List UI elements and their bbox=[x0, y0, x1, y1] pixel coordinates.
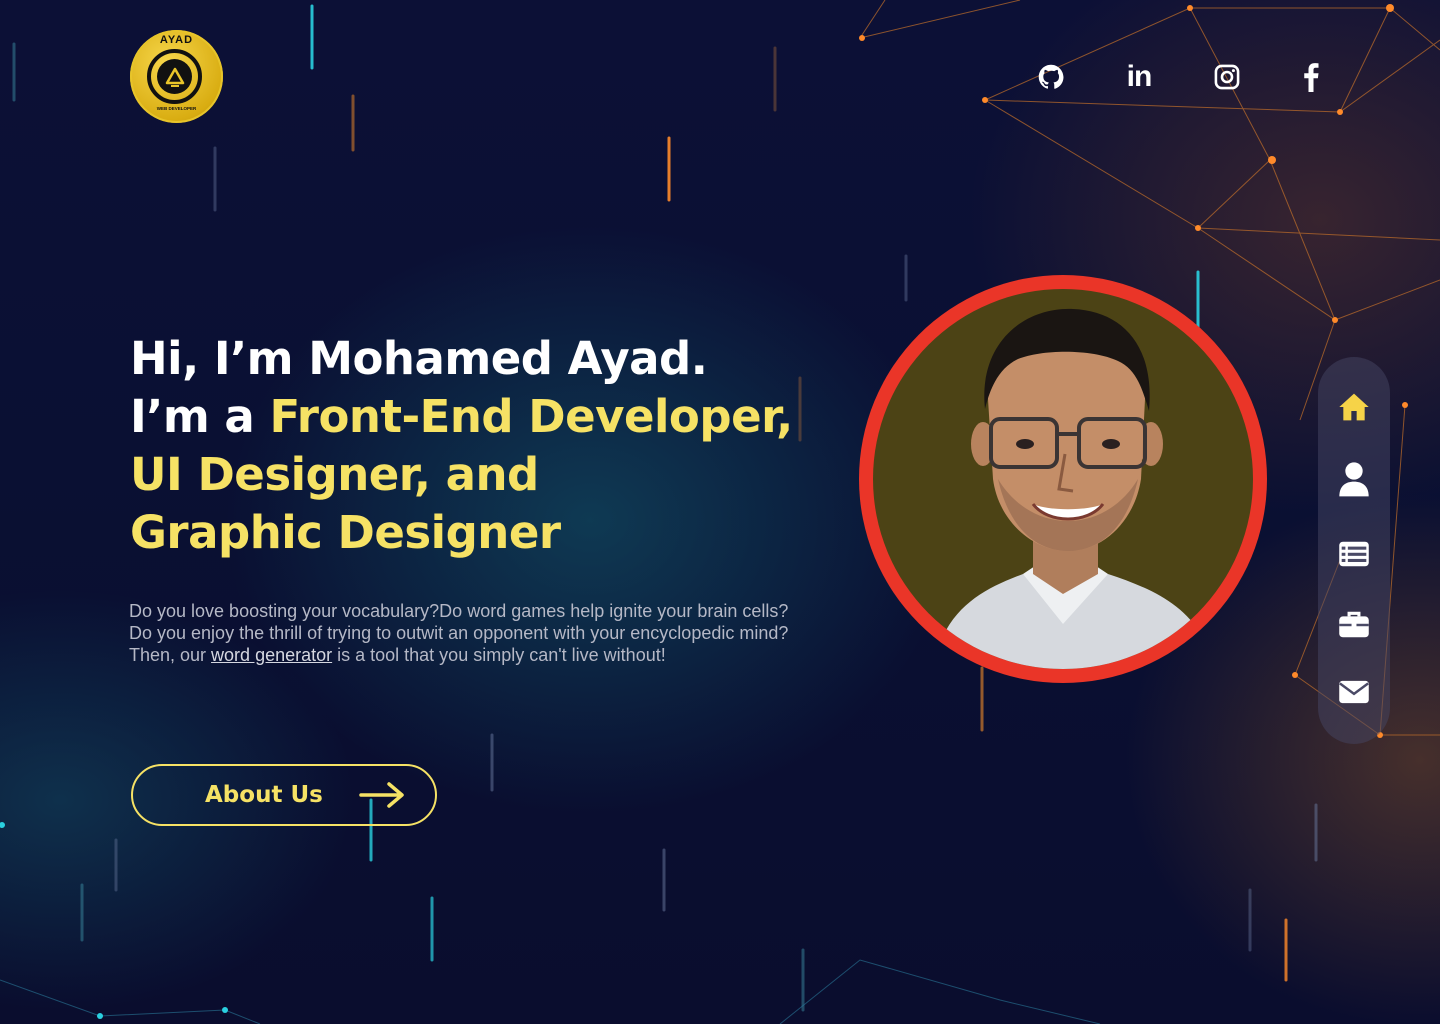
nav-portfolio[interactable] bbox=[1318, 605, 1390, 645]
ayad-logo-icon bbox=[157, 59, 192, 94]
hero-line-2: I’m a Front-End Developer, bbox=[130, 388, 830, 446]
hero-description: Do you love boosting your vocabulary?Do … bbox=[129, 600, 789, 666]
home-icon bbox=[1339, 393, 1369, 421]
about-us-label: About Us bbox=[205, 782, 323, 808]
profile-avatar bbox=[859, 275, 1267, 683]
github-icon bbox=[1038, 64, 1064, 89]
arrow-right-icon bbox=[359, 782, 404, 808]
github-link[interactable] bbox=[1034, 60, 1068, 94]
envelope-icon bbox=[1339, 680, 1369, 704]
linkedin-icon: in bbox=[1126, 60, 1153, 93]
nav-about[interactable] bbox=[1318, 459, 1390, 499]
list-icon bbox=[1339, 541, 1369, 567]
facebook-icon bbox=[1304, 63, 1319, 92]
hero-line-1: Hi, I’m Mohamed Ayad. bbox=[130, 332, 708, 385]
instagram-link[interactable] bbox=[1210, 60, 1244, 94]
logo-top-text: AYAD bbox=[159, 34, 194, 46]
hero-line-4: Graphic Designer bbox=[130, 506, 561, 559]
hero-line-2-prefix: I’m a bbox=[130, 390, 270, 443]
briefcase-icon bbox=[1339, 611, 1369, 638]
user-icon bbox=[1339, 462, 1369, 497]
social-links: in bbox=[1034, 60, 1334, 94]
side-navigation bbox=[1318, 357, 1390, 744]
hero-headline: Hi, I’m Mohamed Ayad. I’m a Front-End De… bbox=[130, 330, 830, 562]
linkedin-link[interactable]: in bbox=[1122, 60, 1156, 94]
facebook-link[interactable] bbox=[1294, 60, 1328, 94]
instagram-icon bbox=[1214, 64, 1240, 90]
hero-line-3: UI Designer, and bbox=[130, 448, 539, 501]
profile-photo bbox=[873, 289, 1253, 669]
word-generator-link[interactable]: word generator bbox=[211, 645, 332, 665]
site-logo[interactable]: AYAD WEB DEVELOPER bbox=[130, 30, 223, 123]
nav-home[interactable] bbox=[1318, 387, 1390, 427]
hero-role-highlight: Front-End Developer, bbox=[269, 390, 793, 443]
description-text-after: is a tool that you simply can't live wit… bbox=[332, 645, 666, 665]
nav-resume[interactable] bbox=[1318, 534, 1390, 574]
about-us-button[interactable]: About Us bbox=[131, 764, 437, 826]
logo-bottom-text: WEB DEVELOPER bbox=[156, 106, 197, 111]
nav-contact[interactable] bbox=[1318, 672, 1390, 712]
